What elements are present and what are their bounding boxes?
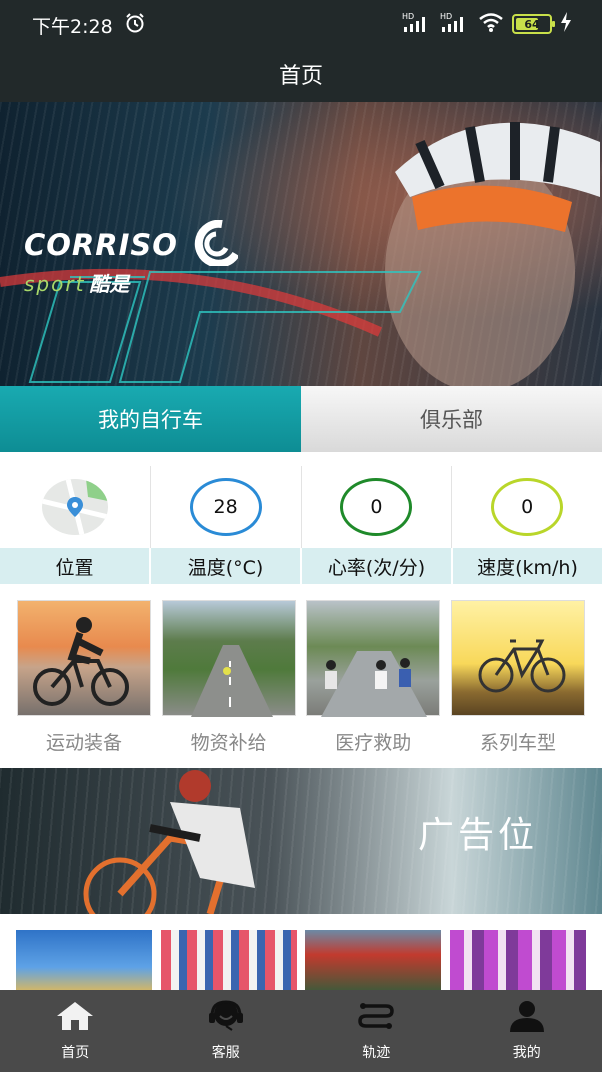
hero-banner[interactable]: CORRISO sport 酷是 (0, 102, 602, 386)
svg-text:HD: HD (440, 12, 452, 21)
nav-label: 客服 (211, 1045, 240, 1061)
brand-chinese-text: 酷是 (89, 272, 130, 296)
service-label: 物资补给 (190, 732, 267, 754)
heart-rate-label: 心率(次/分) (302, 548, 453, 584)
home-icon (55, 1000, 95, 1036)
status-time: 下午2:28 (32, 16, 113, 38)
supplies-image (161, 600, 296, 717)
tab-bar: 我的自行车 俱乐部 (0, 386, 602, 452)
service-label: 系列车型 (479, 732, 556, 754)
service-supplies[interactable]: 物资补给 (161, 600, 297, 760)
location-label: 位置 (0, 548, 151, 584)
brand-logo: CORRISO sport 酷是 (24, 219, 240, 297)
temperature-label: 温度(°C) (151, 548, 302, 584)
battery-level-text: 64 (524, 17, 540, 31)
nav-profile[interactable]: 我的 (452, 990, 602, 1072)
user-icon (507, 1000, 547, 1036)
service-bike-models[interactable]: 系列车型 (450, 600, 586, 760)
tab-club[interactable]: 俱乐部 (301, 386, 602, 452)
battery-indicator: 64 (512, 14, 555, 34)
bottom-navigation: 首页 客服 轨迹 我的 (0, 990, 602, 1072)
tab-my-bike[interactable]: 我的自行车 (0, 386, 301, 452)
stats-labels: 位置 温度(°C) 心率(次/分) 速度(km/h) (0, 548, 602, 584)
service-label: 运动装备 (45, 732, 122, 754)
service-grid: 运动装备 物资补给 医疗救助 系列车型 (0, 600, 602, 760)
status-bar: 下午2:28 HD HD 64 (0, 0, 602, 46)
stats-row: 28 0 0 (0, 466, 602, 548)
gallery-item[interactable] (449, 930, 586, 992)
alarm-clock-icon (124, 12, 146, 38)
wifi-icon (478, 11, 504, 37)
stat-temperature[interactable]: 28 (151, 466, 302, 548)
swoosh-logo-icon (182, 219, 240, 270)
signal-2-icon: HD (440, 11, 470, 37)
ad-banner-text: 广告位 (417, 815, 538, 856)
stat-speed[interactable]: 0 (452, 466, 602, 548)
nav-label: 首页 (61, 1045, 90, 1061)
service-sports-gear[interactable]: 运动装备 (16, 600, 152, 760)
gallery-item[interactable] (16, 930, 152, 992)
nav-label: 轨迹 (362, 1045, 391, 1061)
speed-gauge: 0 (491, 478, 564, 536)
speed-label: 速度(km/h) (477, 556, 578, 579)
title-bar: 首页 (0, 46, 602, 102)
gallery-item[interactable] (160, 930, 297, 992)
nav-home[interactable]: 首页 (0, 990, 151, 1072)
heart-rate-gauge: 0 (340, 478, 413, 536)
page-title: 首页 (278, 64, 323, 89)
brand-name: CORRISO (24, 228, 178, 262)
gallery-item[interactable] (305, 930, 442, 992)
charging-icon (560, 12, 572, 36)
nav-track[interactable]: 轨迹 (301, 990, 452, 1072)
brand-sport-text: sport (24, 272, 86, 296)
map-location-icon (41, 479, 108, 535)
route-icon (356, 1000, 396, 1036)
svg-text:HD: HD (402, 12, 414, 21)
nav-label: 我的 (512, 1045, 541, 1061)
service-medical-aid[interactable]: 医疗救助 (305, 600, 441, 760)
stat-location[interactable] (0, 466, 151, 548)
signal-1-icon: HD (402, 11, 432, 37)
ad-banner[interactable]: 广告位 (0, 768, 602, 914)
nav-customer-service[interactable]: 客服 (151, 990, 302, 1072)
service-label: 医疗救助 (335, 732, 412, 754)
bike-models-image (450, 600, 585, 716)
stat-heart-rate[interactable]: 0 (302, 466, 453, 548)
sports-gear-image (17, 600, 151, 716)
news-gallery (0, 930, 602, 992)
headset-icon (206, 1000, 246, 1036)
temperature-gauge: 28 (189, 478, 262, 536)
medical-aid-image (306, 600, 441, 717)
